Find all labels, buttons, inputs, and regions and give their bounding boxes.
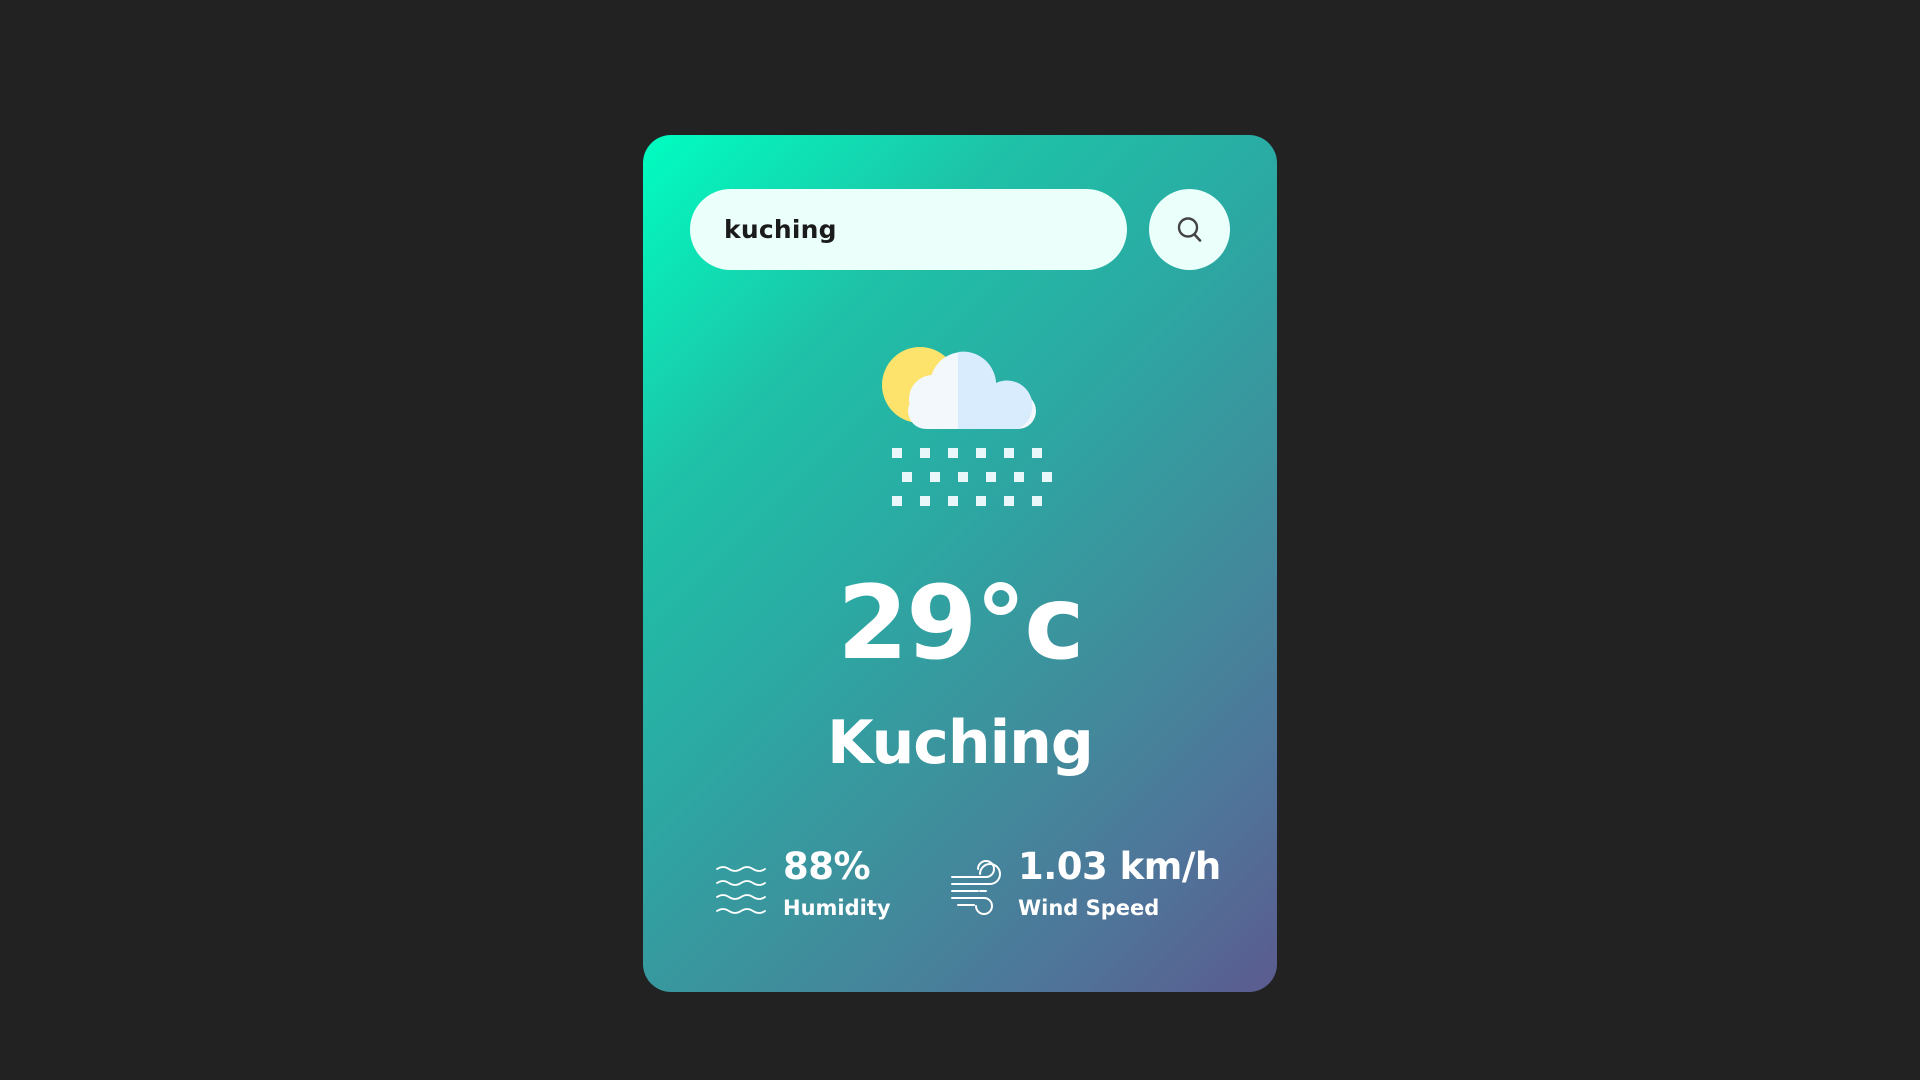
wind-speed-value: 1.03 km/h bbox=[1018, 845, 1221, 888]
search-input[interactable] bbox=[690, 189, 1127, 270]
wind-speed-label: Wind Speed bbox=[1018, 895, 1160, 920]
wind-icon bbox=[951, 860, 1001, 915]
search-bar bbox=[690, 189, 1230, 270]
search-button[interactable] bbox=[1149, 189, 1230, 270]
humidity-waves-icon bbox=[716, 866, 766, 914]
wind-section: 1.03 km/h Wind Speed bbox=[950, 845, 1221, 937]
partly-cloudy-snow-icon bbox=[882, 347, 1052, 506]
temperature-value: 29°c bbox=[837, 564, 1084, 683]
humidity-value: 88% bbox=[783, 845, 871, 888]
weather-card: 29°c Kuching 88% Humidity bbox=[643, 135, 1277, 992]
search-icon bbox=[1177, 216, 1201, 242]
humidity-label: Humidity bbox=[783, 895, 891, 920]
humidity-section: 88% Humidity bbox=[715, 845, 891, 937]
city-name: Kuching bbox=[827, 708, 1094, 778]
